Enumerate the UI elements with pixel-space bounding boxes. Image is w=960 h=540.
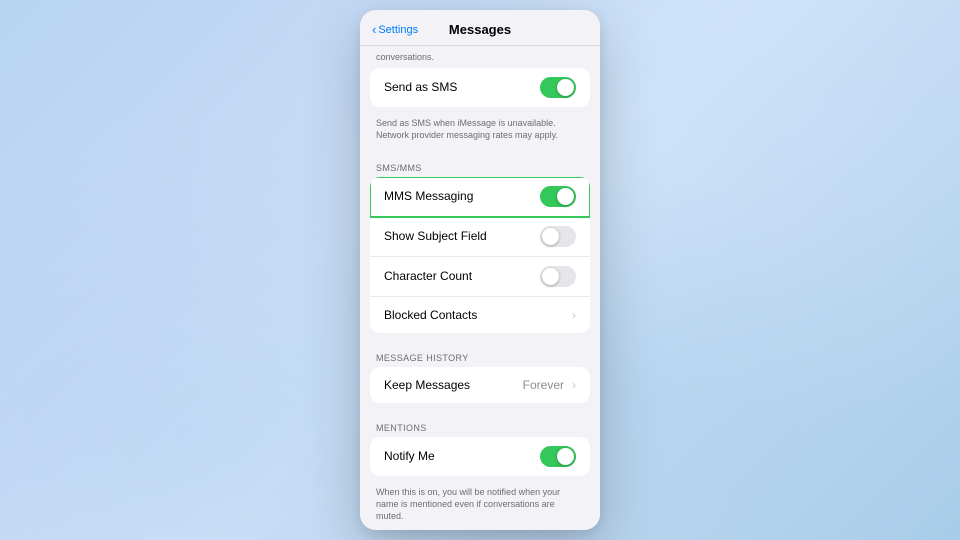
message-history-group: Keep Messages Forever ›: [370, 367, 590, 403]
mms-messaging-toggle[interactable]: [540, 186, 576, 207]
mentions-header: MENTIONS: [360, 409, 600, 437]
toggle-knob: [557, 79, 574, 96]
show-subject-field-label: Show Subject Field: [384, 229, 487, 243]
send-as-sms-toggle[interactable]: [540, 77, 576, 98]
navigation-bar: ‹ Settings Messages: [360, 10, 600, 46]
sms-mms-group: MMS Messaging Show Subject Field Charact…: [370, 177, 590, 333]
character-count-row[interactable]: Character Count: [370, 257, 590, 297]
keep-messages-row[interactable]: Keep Messages Forever ›: [370, 367, 590, 403]
blocked-contacts-chevron-icon: ›: [572, 308, 576, 322]
keep-messages-label: Keep Messages: [384, 378, 470, 392]
back-chevron-icon: ‹: [372, 22, 376, 37]
notify-me-label: Notify Me: [384, 449, 435, 463]
settings-content: conversations. Send as SMS Send as SMS w…: [360, 46, 600, 530]
notify-me-row[interactable]: Notify Me: [370, 437, 590, 476]
mms-messaging-label: MMS Messaging: [384, 189, 473, 203]
page-title: Messages: [449, 22, 511, 37]
mentions-subtext: When this is on, you will be notified wh…: [360, 482, 600, 530]
character-count-label: Character Count: [384, 269, 472, 283]
toggle-knob: [557, 188, 574, 205]
show-subject-field-toggle[interactable]: [540, 226, 576, 247]
keep-messages-value: Forever: [523, 378, 564, 392]
send-sms-group: Send as SMS: [370, 68, 590, 107]
toggle-knob: [557, 448, 574, 465]
send-as-sms-row[interactable]: Send as SMS: [370, 68, 590, 107]
back-label: Settings: [378, 24, 418, 36]
toggle-knob: [542, 228, 559, 245]
character-count-toggle[interactable]: [540, 266, 576, 287]
send-sms-subtext: Send as SMS when iMessage is unavailable…: [360, 113, 600, 149]
top-subtext: conversations.: [360, 46, 600, 68]
notify-me-toggle[interactable]: [540, 446, 576, 467]
back-button[interactable]: ‹ Settings: [372, 22, 418, 37]
mentions-group: Notify Me: [370, 437, 590, 476]
blocked-contacts-row[interactable]: Blocked Contacts ›: [370, 297, 590, 333]
keep-messages-chevron-icon: ›: [572, 378, 576, 392]
mms-messaging-row[interactable]: MMS Messaging: [370, 177, 590, 217]
blocked-contacts-label: Blocked Contacts: [384, 308, 477, 322]
toggle-knob: [542, 268, 559, 285]
settings-panel: ‹ Settings Messages conversations. Send …: [360, 10, 600, 530]
show-subject-field-row[interactable]: Show Subject Field: [370, 217, 590, 257]
sms-mms-header: SMS/MMS: [360, 149, 600, 177]
keep-messages-right: Forever ›: [523, 378, 576, 392]
send-as-sms-label: Send as SMS: [384, 80, 457, 94]
message-history-header: MESSAGE HISTORY: [360, 339, 600, 367]
